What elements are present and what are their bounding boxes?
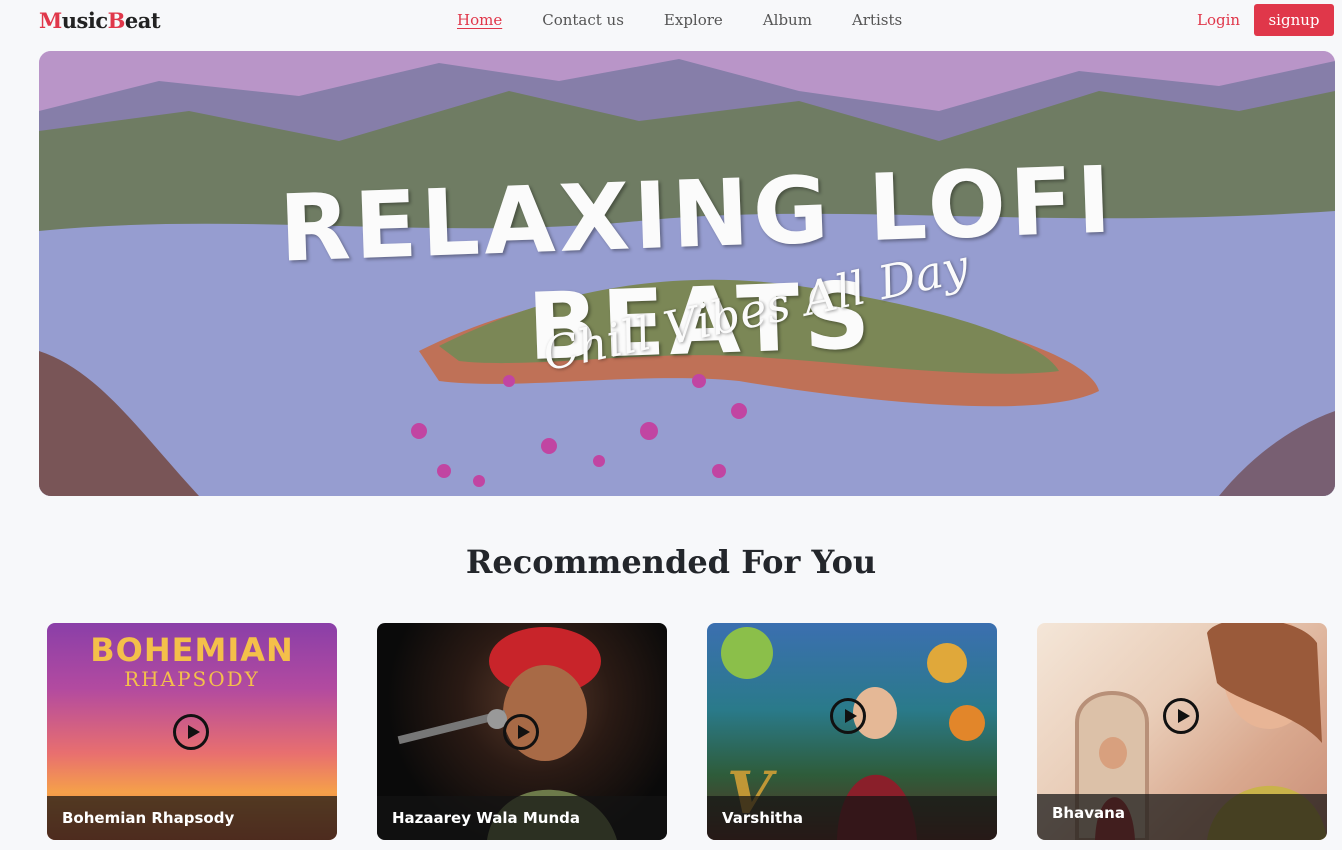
song-card-hazaarey-wala-munda[interactable]: Hazaarey Wala Munda (377, 623, 667, 840)
play-icon[interactable] (830, 698, 866, 734)
signup-button[interactable]: signup (1254, 4, 1334, 36)
card-title: Bohemian Rhapsody (47, 796, 337, 840)
cover-title: BOHEMIAN (90, 631, 294, 669)
logo-letter-m: M (39, 8, 62, 33)
login-link[interactable]: Login (1197, 11, 1240, 29)
card-title: Varshitha (707, 796, 997, 840)
nav-link-contact[interactable]: Contact us (542, 11, 624, 29)
logo-text-usic: usic (61, 8, 108, 33)
hero-title: RELAXING LOFI BEATS (277, 146, 1117, 381)
logo-text-eat: eat (124, 8, 161, 33)
brand-logo[interactable]: MusicBeat (39, 8, 161, 33)
play-icon[interactable] (1163, 698, 1199, 734)
nav-link-home[interactable]: Home (457, 11, 502, 29)
play-icon[interactable] (503, 714, 539, 750)
nav-link-album[interactable]: Album (763, 11, 812, 29)
cover-subtitle: RHAPSODY (124, 667, 260, 691)
logo-letter-b: B (107, 8, 126, 33)
nav-link-artists[interactable]: Artists (852, 11, 902, 29)
nav-links: Home Contact us Explore Album Artists (457, 11, 902, 29)
song-card-bohemian-rhapsody[interactable]: BOHEMIAN RHAPSODY Bohemian Rhapsody (47, 623, 337, 840)
navbar: MusicBeat Home Contact us Explore Album … (0, 0, 1342, 42)
song-card-varshitha[interactable]: V Varshitha (707, 623, 997, 840)
card-title: Bhavana (1037, 794, 1327, 840)
song-card-bhavana[interactable]: Bhavana (1037, 623, 1327, 840)
play-icon[interactable] (173, 714, 209, 750)
nav-link-explore[interactable]: Explore (664, 11, 723, 29)
section-title: Recommended For You (465, 543, 877, 581)
card-title: Hazaarey Wala Munda (377, 796, 667, 840)
hero-banner[interactable]: RELAXING LOFI BEATS Chill Vibes All Day (39, 51, 1335, 496)
